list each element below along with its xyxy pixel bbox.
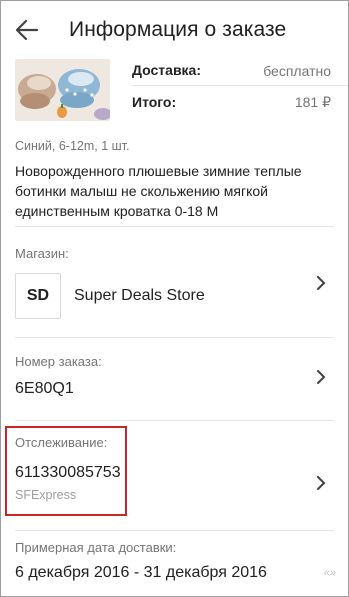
product-variant: Синий, 6-12m, 1 шт. (15, 139, 130, 153)
total-label: Итого: (132, 94, 177, 110)
back-arrow-icon[interactable] (15, 19, 39, 41)
total-value: 181 ₽ (294, 94, 331, 110)
chevron-right-icon[interactable] (316, 476, 326, 490)
price-divider (132, 85, 348, 86)
section-divider (15, 337, 334, 338)
app-bar: Информация о заказе (1, 1, 348, 59)
section-divider (15, 226, 334, 227)
shipping-label: Доставка: (132, 62, 202, 78)
section-divider (15, 420, 334, 421)
delivery-label: Примерная дата доставки: (15, 540, 177, 555)
chevron-right-icon[interactable] (316, 370, 326, 384)
order-number-value: 6E80Q1 (15, 380, 74, 397)
order-info-screen: Информация о заказе Доставка: бесплатно … (0, 0, 349, 597)
section-divider (15, 530, 334, 531)
shipping-value: бесплатно (263, 63, 331, 79)
tracking-highlight-box (5, 426, 127, 516)
watermark: «» (323, 567, 336, 579)
chevron-right-icon[interactable] (316, 276, 326, 290)
product-image[interactable] (15, 59, 110, 121)
delivery-dates: 6 декабря 2016 - 31 декабря 2016 (15, 564, 267, 581)
product-description[interactable]: Новорожденного плюшевые зимние теплые бо… (15, 161, 331, 221)
page-title: Информация о заказе (69, 18, 287, 41)
store-name: Super Deals Store (74, 287, 205, 304)
order-number-label: Номер заказа: (15, 354, 102, 369)
store-label: Магазин: (15, 246, 69, 261)
store-logo: SD (15, 273, 61, 319)
